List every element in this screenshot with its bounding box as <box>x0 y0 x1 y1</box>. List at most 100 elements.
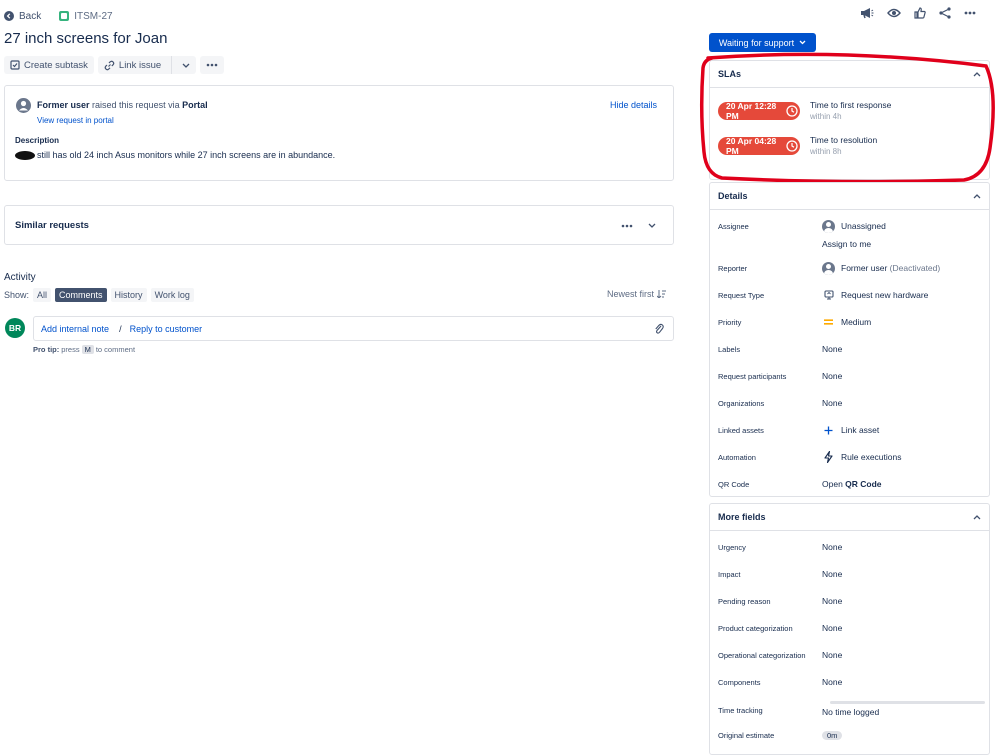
status-label: Waiting for support <box>718 37 795 48</box>
assignee-value[interactable]: Unassigned <box>822 219 886 233</box>
top-actions <box>860 7 976 19</box>
more-actions-icon[interactable] <box>964 11 976 15</box>
status-transition-button[interactable]: Waiting for support <box>709 33 816 52</box>
raised-text: raised this request via <box>89 100 183 110</box>
pro-tip: Pro tip: press M to comment <box>33 345 135 354</box>
issue-type-icon <box>59 11 70 21</box>
filter-history[interactable]: History <box>110 288 147 302</box>
field-time-tracking: Time tracking No time logged <box>718 701 985 717</box>
qr-open-text: Open <box>822 479 846 489</box>
chevron-down-icon <box>182 63 190 68</box>
more-fields-title: More fields <box>718 512 766 522</box>
time-tracking-value[interactable]: No time logged <box>822 707 879 717</box>
activity-filter-bar: Show: All Comments History Work log <box>4 288 194 302</box>
megaphone-icon[interactable] <box>860 7 874 19</box>
attachment-icon[interactable] <box>654 323 664 335</box>
description-label: Description <box>15 136 60 145</box>
similar-requests-title: Similar requests <box>15 220 89 231</box>
issue-title[interactable]: 27 inch screens for Joan <box>4 30 167 47</box>
share-icon[interactable] <box>939 7 951 19</box>
assign-to-me-link[interactable]: Assign to me <box>822 239 871 249</box>
field-value[interactable]: None <box>822 623 842 633</box>
top-bar: Back ITSM-27 <box>4 8 113 24</box>
field-value[interactable]: None <box>822 596 842 606</box>
filter-work-log[interactable]: Work log <box>150 288 194 302</box>
request-type-value[interactable]: Request new hardware <box>822 290 928 300</box>
more-fields-panel-header[interactable]: More fields <box>710 504 989 531</box>
issue-key-link[interactable]: ITSM-27 <box>59 10 113 22</box>
request-details-card: Former user raised this request via Port… <box>4 85 674 181</box>
back-button[interactable]: Back <box>4 11 41 22</box>
field-value[interactable]: None <box>822 650 842 660</box>
filter-all[interactable]: All <box>33 288 52 302</box>
original-estimate-badge[interactable]: 0m <box>822 730 843 740</box>
reporter-value[interactable]: Former user (Deactivated) <box>822 261 941 275</box>
reporter-status: (Deactivated) <box>889 263 941 273</box>
request-type-name: Request new hardware <box>841 290 929 300</box>
link-asset-button[interactable]: Link asset <box>822 425 879 435</box>
link-issue-dropdown[interactable] <box>176 56 196 74</box>
field-label: Assignee <box>718 221 749 231</box>
field-label: Operational categorization <box>718 650 806 660</box>
hide-details-link[interactable]: Hide details <box>610 100 657 110</box>
labels-value[interactable]: None <box>822 344 842 354</box>
request-channel: Portal <box>182 100 208 110</box>
assignee-name: Unassigned <box>841 221 886 231</box>
subtask-icon <box>10 60 20 70</box>
activity-heading: Activity <box>4 272 36 283</box>
request-summary-line: Former user raised this request via Port… <box>37 100 208 110</box>
back-arrow-icon <box>4 11 14 21</box>
field-priority: Priority Medium <box>718 315 980 329</box>
field-components: Components None <box>718 675 980 689</box>
current-user-avatar[interactable]: BR <box>5 318 25 338</box>
watch-eye-icon[interactable] <box>887 8 901 18</box>
field-label: Linked assets <box>718 425 764 435</box>
chevron-down-icon[interactable] <box>648 223 656 228</box>
more-icon[interactable] <box>621 224 633 228</box>
details-panel-header[interactable]: Details <box>710 183 989 210</box>
field-label: Impact <box>718 569 741 579</box>
organizations-value[interactable]: None <box>822 398 842 408</box>
monitor-icon <box>822 290 835 300</box>
view-request-in-portal-link[interactable]: View request in portal <box>37 116 114 125</box>
priority-name: Medium <box>841 317 872 327</box>
field-original-estimate: Original estimate 0m <box>718 728 980 742</box>
link-issue-label: Link issue <box>118 59 162 71</box>
reporter-name[interactable]: Former user <box>37 100 90 110</box>
field-labels: Labels None <box>718 342 980 356</box>
field-label: Priority <box>718 317 742 327</box>
field-label: Labels <box>718 344 741 354</box>
field-organizations: Organizations None <box>718 396 980 410</box>
create-subtask-button[interactable]: Create subtask <box>4 56 94 74</box>
similar-requests-card[interactable]: Similar requests <box>4 205 674 245</box>
field-label: Urgency <box>718 542 746 552</box>
field-urgency: Urgency None <box>718 540 980 554</box>
issue-key: ITSM-27 <box>74 10 113 22</box>
details-panel: Details Assignee Unassigned Assign to me… <box>709 182 990 497</box>
protip-rest: to comment <box>95 345 136 354</box>
reply-to-customer-button[interactable]: Reply to customer <box>130 324 203 334</box>
field-value[interactable]: None <box>822 677 842 687</box>
sort-toggle[interactable]: Newest first <box>607 289 666 299</box>
comment-editor[interactable]: Add internal note / Reply to customer <box>33 316 674 341</box>
field-label: Request participants <box>718 371 787 381</box>
chevron-up-icon <box>973 193 981 199</box>
thumbs-up-icon[interactable] <box>914 7 926 19</box>
participants-value[interactable]: None <box>822 371 842 381</box>
field-qr-code: QR Code Open QR Code <box>718 477 980 491</box>
sort-label: Newest first <box>606 289 654 299</box>
protip-press: press <box>61 345 80 354</box>
time-tracking-bar <box>830 701 985 704</box>
rule-executions-button[interactable]: Rule executions <box>822 451 901 463</box>
field-value[interactable]: None <box>822 542 842 552</box>
description-text-row[interactable]: still has old 24 inch Asus monitors whil… <box>15 150 335 160</box>
field-label: Automation <box>718 452 756 462</box>
add-internal-note-button[interactable]: Add internal note <box>34 324 109 334</box>
open-qr-code-button[interactable]: Open QR Code <box>822 479 882 489</box>
field-value[interactable]: None <box>822 569 842 579</box>
filter-comments[interactable]: Comments <box>55 288 107 302</box>
link-issue-button[interactable]: Link issue <box>98 56 167 74</box>
chevron-up-icon <box>973 514 981 520</box>
priority-value[interactable]: Medium <box>822 317 871 327</box>
more-toolbar-button[interactable] <box>200 56 225 74</box>
